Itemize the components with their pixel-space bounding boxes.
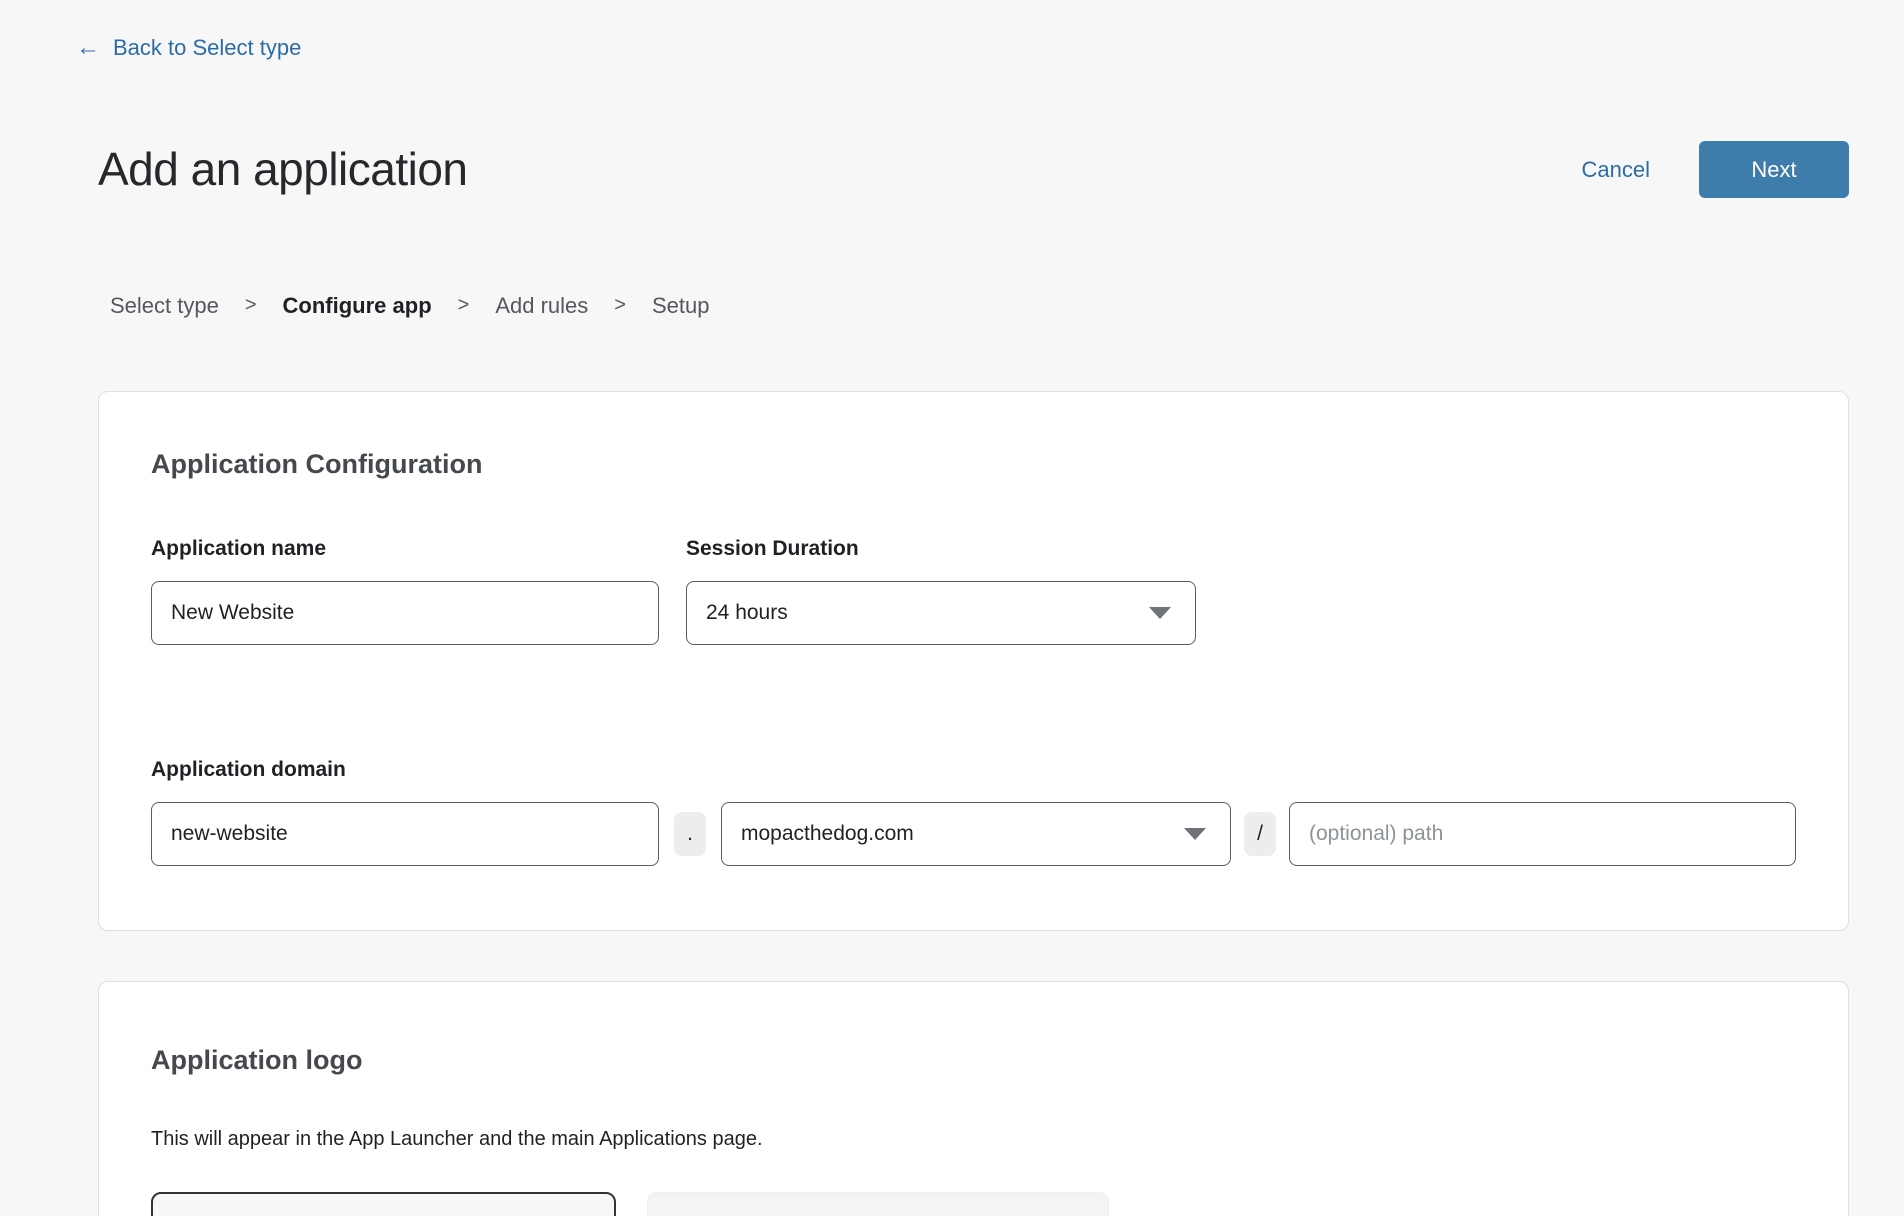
header-actions: Cancel Next (1582, 141, 1849, 198)
chevron-separator: > (245, 292, 257, 319)
page-header: Add an application Cancel Next (98, 141, 1849, 198)
application-name-input[interactable] (151, 581, 659, 645)
session-duration-selected-value: 24 hours (706, 601, 788, 625)
path-input[interactable] (1289, 802, 1796, 866)
slash-separator: / (1244, 812, 1276, 856)
step-setup: Setup (652, 292, 710, 319)
session-duration-label: Session Duration (686, 536, 1196, 561)
session-duration-select[interactable]: 24 hours (686, 581, 1196, 645)
subdomain-input[interactable] (151, 802, 659, 866)
application-logo-description: This will appear in the App Launcher and… (151, 1126, 1796, 1152)
logo-option-default-tile[interactable] (647, 1192, 1109, 1216)
domain-select[interactable]: mopacthedog.com (721, 802, 1231, 866)
application-name-label: Application name (151, 536, 659, 561)
logo-option-tiles (151, 1192, 1796, 1216)
next-button[interactable]: Next (1699, 141, 1849, 198)
cancel-button[interactable]: Cancel (1582, 157, 1650, 183)
page-title: Add an application (98, 142, 468, 197)
back-link-label: Back to Select type (113, 35, 301, 61)
dot-separator: . (674, 812, 706, 856)
wizard-steps-breadcrumb: Select type > Configure app > Add rules … (110, 292, 1849, 319)
arrow-left-icon: ← (76, 36, 100, 60)
application-configuration-card: Application Configuration Application na… (98, 391, 1849, 931)
add-application-page: ← Back to Select type Add an application… (0, 0, 1904, 1216)
name-session-row: Application name Session Duration 24 hou… (151, 536, 1796, 645)
application-domain-label: Application domain (151, 757, 1796, 782)
application-logo-card: Application logo This will appear in the… (98, 981, 1849, 1216)
application-logo-title: Application logo (151, 1044, 1796, 1076)
session-duration-field-group: Session Duration 24 hours (686, 536, 1196, 645)
back-to-select-type-link[interactable]: ← Back to Select type (76, 35, 301, 61)
chevron-separator: > (614, 292, 626, 319)
logo-option-selected-tile[interactable] (151, 1192, 616, 1216)
chevron-down-icon (1184, 828, 1206, 840)
step-select-type: Select type (110, 292, 219, 319)
application-configuration-title: Application Configuration (151, 448, 1796, 480)
step-add-rules: Add rules (495, 292, 588, 319)
chevron-separator: > (458, 292, 470, 319)
application-name-field-group: Application name (151, 536, 659, 645)
application-domain-field-group: Application domain . mopacthedog.com / (151, 757, 1796, 866)
step-configure-app: Configure app (283, 292, 432, 319)
chevron-down-icon (1149, 607, 1171, 619)
domain-selected-value: mopacthedog.com (741, 822, 914, 846)
application-domain-row: . mopacthedog.com / (151, 802, 1796, 866)
